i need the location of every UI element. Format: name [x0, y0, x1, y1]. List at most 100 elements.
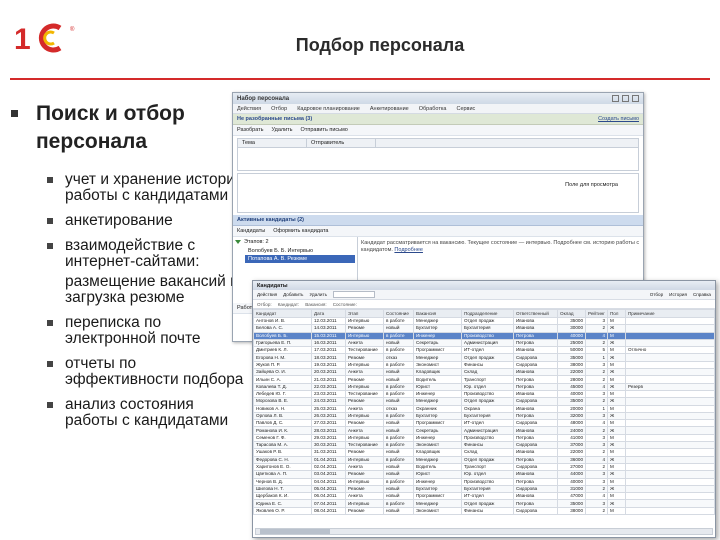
horizontal-scrollbar[interactable]	[255, 528, 713, 535]
send-letter-button[interactable]: Отправить письмо	[301, 127, 348, 133]
close-icon[interactable]	[632, 95, 639, 102]
menu-item[interactable]: Обработка	[419, 106, 447, 112]
table-row[interactable]: Жуков П. Р. 19.03.2011 Интервью в работе Эко…	[253, 360, 715, 370]
list-item[interactable]: Волобуев Б. Б. Интервью	[245, 247, 355, 255]
bullet-square-icon	[47, 402, 53, 408]
table-row[interactable]: Чернов В. Д. 04.04.2011 Интервью в работе Ин…	[253, 477, 715, 486]
table-cell: 08.04.2011	[311, 506, 346, 516]
column-header[interactable]: Отправитель	[307, 139, 376, 147]
filter-candidate[interactable]: Кандидат:	[278, 302, 300, 307]
table-cell: Транспорт	[461, 375, 514, 384]
tree-group[interactable]: Этапов: 2	[235, 239, 355, 245]
table-cell: Программист	[413, 492, 462, 501]
column-header[interactable]: Тема	[238, 139, 307, 147]
table-row[interactable]: Павлов Д. С. 27.03.2011 Резюме новый Програм…	[253, 419, 715, 428]
menu-item[interactable]: Отбор	[271, 106, 287, 112]
table-row[interactable]: Яковлев О. Р. 08.04.2011 Резюме новый Эконом…	[253, 506, 715, 516]
table-row[interactable]: Ильин С. А. 21.03.2011 Резюме новый Водитель…	[253, 375, 715, 384]
candidates-button[interactable]: Кандидаты	[237, 228, 265, 234]
table-cell	[625, 484, 715, 494]
table-row[interactable]: Белова А. С. 14.03.2011 Резюме новый Бухгалт…	[253, 324, 715, 333]
table-cell: 26.03.2011	[311, 411, 346, 421]
table-cell: в работе	[383, 433, 414, 443]
column-header[interactable]: Кандидат	[253, 309, 312, 318]
delete-button[interactable]: Удалить	[272, 127, 293, 133]
table-cell: 2	[585, 462, 608, 472]
table-cell: Водитель	[413, 462, 462, 472]
filter-state[interactable]: Состояние:	[333, 302, 357, 307]
menu-item[interactable]: Сервис	[456, 106, 475, 112]
table-cell: 2	[585, 397, 608, 406]
table-row[interactable]: Новиков А. Н. 25.03.2011 Анкета отказ Охранн…	[253, 404, 715, 413]
column-header[interactable]: Рейтинг	[585, 309, 608, 318]
table-row[interactable]: Морозова В. Е. 24.03.2011 Резюме новый Менед…	[253, 397, 715, 406]
table-cell: 3	[585, 389, 608, 399]
table-row[interactable]: Цветкова А. П. 03.04.2011 Резюме новый Юрист…	[253, 470, 715, 479]
table-cell: Программист	[413, 346, 462, 355]
table-row[interactable]: Федорова С. Н. 01.04.2011 Интервью в работе…	[253, 455, 715, 464]
actions-button[interactable]: Действия	[257, 292, 277, 297]
table-cell: Резюме	[345, 353, 384, 362]
table-cell: 31.03.2011	[311, 448, 346, 457]
menu-item[interactable]: Анкетирование	[370, 106, 409, 112]
column-header[interactable]: Примечание	[625, 309, 715, 318]
filter-vacancy[interactable]: Вакансия:	[305, 302, 326, 307]
search-input[interactable]	[333, 291, 375, 298]
help-button[interactable]: Справка	[693, 292, 711, 297]
table-row[interactable]: Щербаков К. И. 06.04.2011 Анкета новый Прогр…	[253, 492, 715, 501]
column-header[interactable]: Пол	[607, 309, 626, 318]
table-row[interactable]: Антонов И. В. 12.03.2011 Интервью в работе М…	[253, 316, 715, 326]
filter-label: Отбор:	[257, 301, 272, 307]
table-cell: Иванова	[513, 404, 558, 413]
maximize-icon[interactable]	[622, 95, 629, 102]
filter-button[interactable]: Отбор	[650, 292, 663, 297]
table-cell	[625, 404, 715, 413]
expand-icon[interactable]	[235, 240, 241, 244]
details-link[interactable]: Подробнее	[394, 247, 423, 253]
table-row[interactable]: Тарасова М. А. 30.03.2011 Тестирование в ра…	[253, 441, 715, 450]
add-button[interactable]: Добавить	[283, 292, 303, 297]
list-item[interactable]: Потапова А. В. Резюме	[245, 255, 355, 263]
minimize-icon[interactable]	[612, 95, 619, 102]
table-row[interactable]: Григорьева Е. П. 16.03.2011 Анкета новый Сек…	[253, 338, 715, 348]
column-header[interactable]: Оклад	[557, 309, 586, 318]
column-header[interactable]: Ответственный	[513, 309, 558, 318]
table-cell: Сидорова	[513, 419, 558, 428]
table-row[interactable]: Орлова Л. В. 26.03.2011 Интервью в работе Бу…	[253, 411, 715, 421]
column-header[interactable]: Состояние	[383, 309, 414, 318]
table-cell: Интервью	[345, 316, 384, 326]
column-header[interactable]: Этап	[345, 309, 384, 318]
table-row[interactable]: Егорова Н. М. 18.03.2011 Резюме отказ Менедж…	[253, 353, 715, 362]
table-row[interactable]: Шилова Н. Т. 05.04.2011 Резюме новый Бухгалт…	[253, 484, 715, 494]
grid-body[interactable]	[238, 148, 638, 170]
column-header[interactable]: Подразделение	[461, 309, 514, 318]
sort-button[interactable]: Разобрать	[237, 127, 264, 133]
table-row[interactable]: Волобуев Б. Б. 15.03.2011 Интервью в работе…	[253, 331, 715, 340]
table-row[interactable]: Харитонов Е. О. 02.04.2011 Анкета новый Води…	[253, 462, 715, 472]
table-cell: Водитель	[413, 375, 462, 384]
history-button[interactable]: История	[669, 292, 687, 297]
table-row[interactable]: Романова И. К. 28.03.2011 Анкета новый Секре…	[253, 426, 715, 435]
table-row[interactable]: Юдина Е. С. 07.04.2011 Интервью в работе Мен…	[253, 499, 715, 508]
delete-button[interactable]: Удалить	[309, 292, 327, 297]
create-letter-link[interactable]: Создать письмо	[598, 116, 639, 122]
table-cell: новый	[383, 448, 414, 457]
table-row[interactable]: Лебедев Ю. Г. 23.03.2011 Тестирование в раб…	[253, 389, 715, 399]
scrollbar-thumb[interactable]	[260, 529, 330, 534]
column-header[interactable]: Вакансия	[413, 309, 462, 318]
column-header[interactable]: Дата	[311, 309, 346, 318]
menu-item[interactable]: Действия	[237, 106, 261, 112]
hire-candidate-button[interactable]: Оформить кандидата	[273, 228, 328, 234]
table-cell: ИТ-отдел	[461, 346, 514, 355]
table-row[interactable]: Зайцева О. И. 20.03.2011 Анкета новый Кладов…	[253, 368, 715, 377]
menu-item[interactable]: Кадровое планирование	[297, 106, 360, 112]
table-row[interactable]: Ушаков Р. В. 31.03.2011 Резюме новый Кладовщ…	[253, 448, 715, 457]
table-row[interactable]: Ковалева Т. Д. 22.03.2011 Интервью в работе…	[253, 382, 715, 391]
table-row[interactable]: Дмитриев К. Л. 17.03.2011 Тестирование в ра…	[253, 346, 715, 355]
table-cell: Резюме	[345, 506, 384, 516]
table-cell: 22.03.2011	[311, 382, 346, 391]
section-heading: Поиск и отбор персонала	[36, 102, 185, 153]
table-cell: ИТ-отдел	[461, 419, 514, 428]
table-row[interactable]: Семенов Г. Ф. 29.03.2011 Интервью в работе И…	[253, 433, 715, 443]
table-cell: Федорова С. Н.	[253, 455, 312, 464]
